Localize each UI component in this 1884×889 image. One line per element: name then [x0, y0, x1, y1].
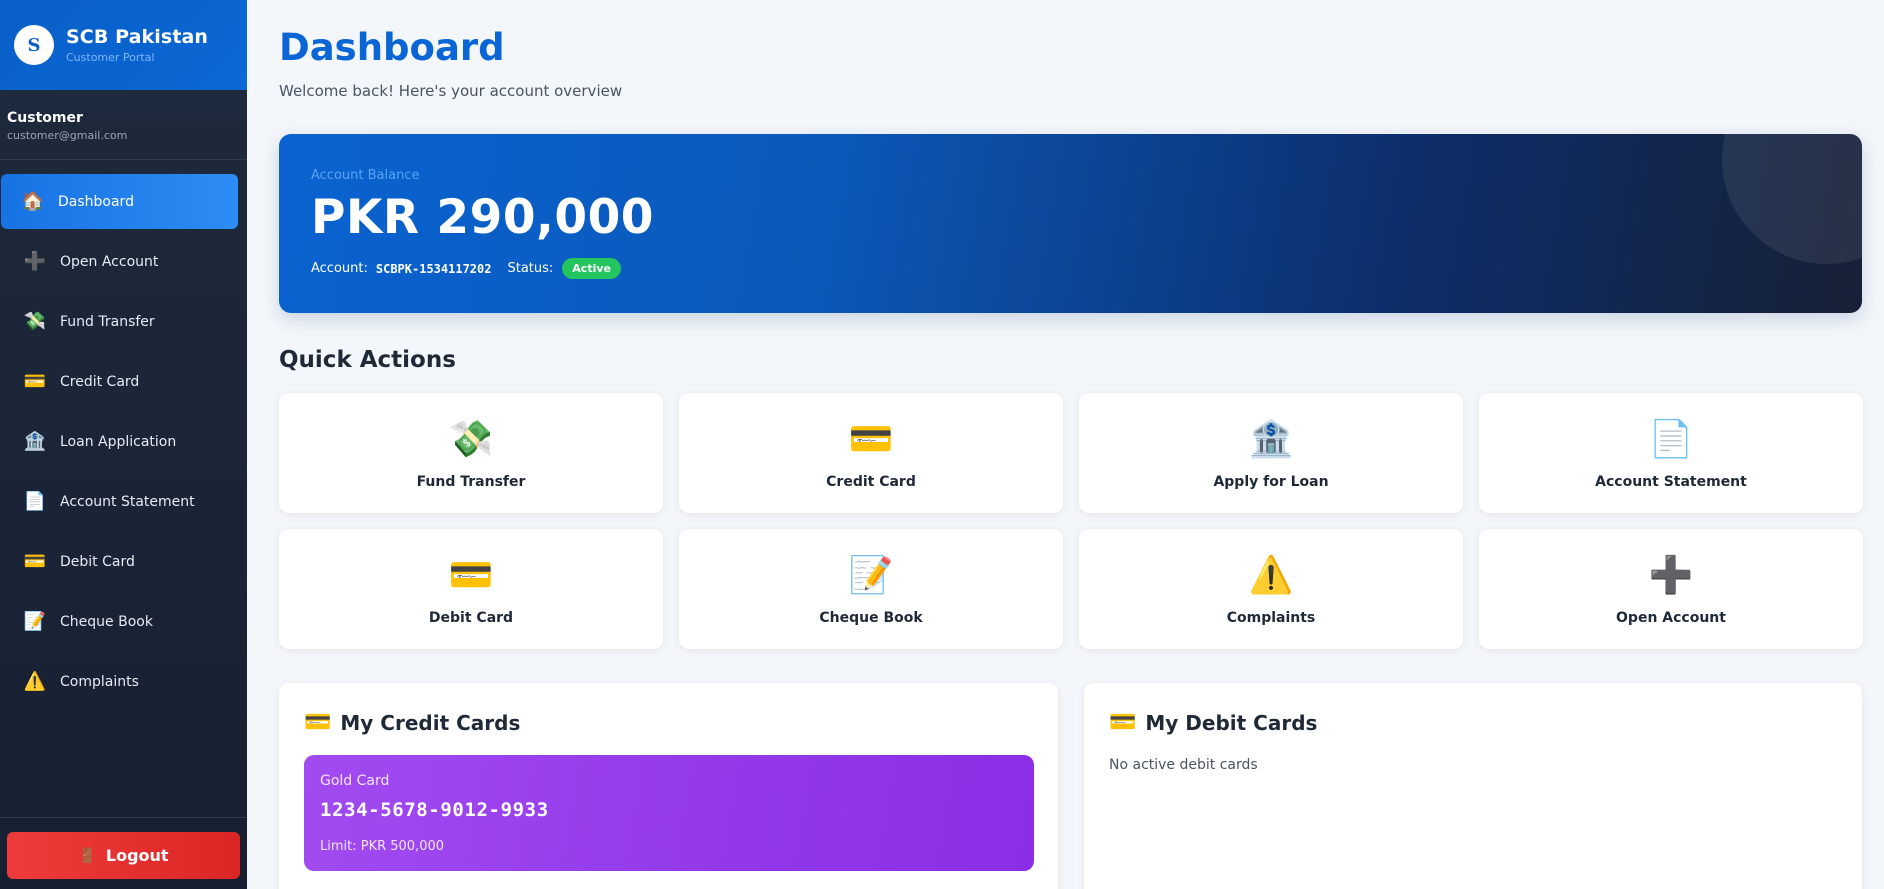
page-subtitle: Welcome back! Here's your account overvi… [279, 82, 623, 100]
quick-action-credit-card[interactable]: 💳 Credit Card [679, 393, 1063, 513]
quick-action-fund-transfer[interactable]: 💸 Fund Transfer [279, 393, 663, 513]
credit-card-item[interactable]: Gold Card 1234-5678-9012-9933 Limit: PKR… [304, 755, 1034, 871]
credit-card-icon: 💳 [1109, 710, 1137, 735]
memo-icon: 📝 [848, 555, 894, 596]
quick-action-account-statement[interactable]: 📄 Account Statement [1479, 393, 1863, 513]
brand-logo: S [14, 25, 54, 65]
user-name: Customer [7, 110, 83, 126]
decorative-circle [1722, 134, 1862, 264]
sidebar-nav: 🏠 Dashboard ➕ Open Account 💸 Fund Transf… [0, 160, 247, 709]
sidebar-item-label: Complaints [60, 673, 139, 690]
logout-label: Logout [105, 846, 169, 865]
brand-subtitle: Customer Portal [66, 51, 155, 64]
warning-icon: ⚠️ [1248, 555, 1294, 596]
page-title: Dashboard [279, 26, 505, 69]
credit-cards-title: My Credit Cards [340, 711, 521, 735]
sidebar-item-dashboard[interactable]: 🏠 Dashboard [1, 174, 238, 229]
warning-icon: ⚠️ [23, 670, 47, 692]
credit-card-icon: 💳 [304, 710, 332, 735]
sidebar-item-complaints[interactable]: ⚠️ Complaints [1, 654, 238, 709]
sidebar-item-label: Account Statement [60, 493, 195, 510]
sidebar-item-label: Cheque Book [60, 613, 153, 630]
memo-icon: 📝 [23, 610, 47, 632]
sidebar-item-label: Debit Card [60, 553, 135, 570]
quick-action-label: Fund Transfer [416, 474, 526, 490]
brand-title: SCB Pakistan [66, 26, 209, 48]
bank-icon: 🏦 [1248, 419, 1294, 460]
quick-actions-title: Quick Actions [279, 347, 456, 373]
empty-state-text: No active debit cards [1109, 757, 1258, 773]
card-number: 1234-5678-9012-9933 [320, 799, 549, 821]
door-icon: 🚪 [78, 847, 96, 864]
credit-cards-panel: 💳 My Credit Cards Gold Card 1234-5678-90… [279, 683, 1058, 889]
bank-icon: 🏦 [23, 430, 47, 452]
balance-label: Account Balance [311, 168, 420, 183]
sidebar-item-label: Credit Card [60, 373, 140, 390]
account-meta: Account: SCBPK-1534117202 Status: Active [311, 258, 621, 279]
quick-action-label: Debit Card [428, 610, 514, 626]
logout-button[interactable]: 🚪 Logout [7, 832, 240, 879]
brand-logo-glyph: S [27, 34, 41, 56]
plus-icon: ➕ [1648, 555, 1694, 596]
balance-card: Account Balance PKR 290,000 Account: SCB… [279, 134, 1862, 313]
sidebar-item-cheque-book[interactable]: 📝 Cheque Book [1, 594, 238, 649]
logout-area: 🚪 Logout [0, 817, 247, 889]
quick-action-label: Account Statement [1595, 474, 1747, 490]
quick-action-apply-loan[interactable]: 🏦 Apply for Loan [1079, 393, 1463, 513]
plus-icon: ➕ [23, 250, 47, 272]
quick-action-label: Apply for Loan [1213, 474, 1329, 490]
debit-cards-header: 💳 My Debit Cards [1109, 711, 1317, 735]
debit-cards-title: My Debit Cards [1145, 711, 1318, 735]
brand-header: S SCB Pakistan Customer Portal [0, 0, 247, 90]
credit-card-icon: 💳 [848, 419, 894, 460]
sidebar-item-label: Open Account [60, 253, 159, 270]
sidebar-item-open-account[interactable]: ➕ Open Account [1, 234, 238, 289]
account-label: Account: [311, 261, 368, 276]
balance-amount: PKR 290,000 [311, 190, 654, 245]
quick-action-label: Complaints [1226, 610, 1316, 626]
quick-actions-grid: 💸 Fund Transfer 💳 Credit Card 🏦 Apply fo… [279, 393, 1863, 649]
sidebar: S SCB Pakistan Customer Portal Customer … [0, 0, 247, 889]
credit-card-icon: 💳 [23, 550, 47, 572]
sidebar-item-label: Fund Transfer [60, 313, 155, 330]
user-email: customer@gmail.com [7, 129, 128, 142]
credit-card-icon: 💳 [448, 555, 494, 596]
sidebar-item-debit-card[interactable]: 💳 Debit Card [1, 534, 238, 589]
sidebar-item-loan-application[interactable]: 🏦 Loan Application [1, 414, 238, 469]
home-icon: 🏠 [21, 190, 45, 212]
credit-cards-header: 💳 My Credit Cards [304, 711, 520, 735]
main-content: Dashboard Welcome back! Here's your acco… [247, 0, 1884, 889]
user-info: Customer customer@gmail.com [0, 90, 247, 160]
money-wings-icon: 💸 [23, 310, 47, 332]
sidebar-item-label: Dashboard [58, 193, 134, 210]
document-icon: 📄 [23, 490, 47, 512]
money-wings-icon: 💸 [448, 419, 494, 460]
quick-action-cheque-book[interactable]: 📝 Cheque Book [679, 529, 1063, 649]
sidebar-item-fund-transfer[interactable]: 💸 Fund Transfer [1, 294, 238, 349]
sidebar-item-credit-card[interactable]: 💳 Credit Card [1, 354, 238, 409]
quick-action-open-account[interactable]: ➕ Open Account [1479, 529, 1863, 649]
quick-action-label: Cheque Book [819, 610, 923, 626]
status-badge: Active [562, 258, 621, 279]
status-label: Status: [507, 261, 554, 276]
card-type: Gold Card [320, 773, 390, 789]
debit-cards-panel: 💳 My Debit Cards No active debit cards [1084, 683, 1862, 889]
quick-action-label: Credit Card [826, 474, 916, 490]
credit-card-icon: 💳 [23, 370, 47, 392]
sidebar-item-label: Loan Application [60, 433, 177, 450]
sidebar-item-account-statement[interactable]: 📄 Account Statement [1, 474, 238, 529]
card-limit: Limit: PKR 500,000 [320, 839, 445, 854]
quick-action-label: Open Account [1616, 610, 1726, 626]
quick-action-complaints[interactable]: ⚠️ Complaints [1079, 529, 1463, 649]
document-icon: 📄 [1648, 419, 1694, 460]
account-number: SCBPK-1534117202 [375, 261, 492, 276]
quick-action-debit-card[interactable]: 💳 Debit Card [279, 529, 663, 649]
